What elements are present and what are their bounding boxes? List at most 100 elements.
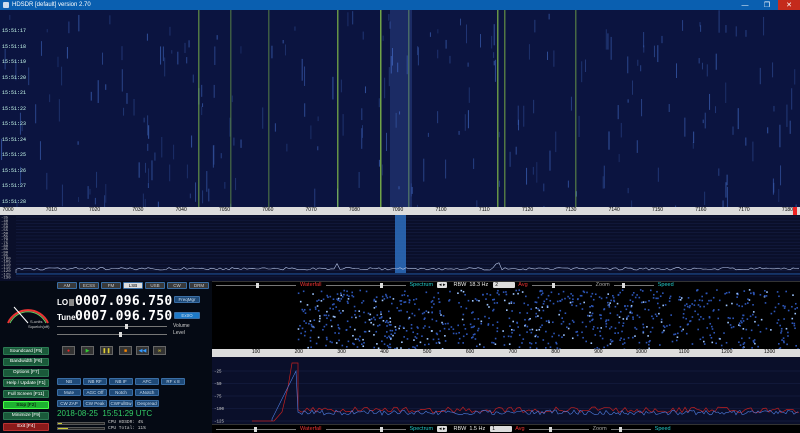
dsp-button[interactable]: CW Peak xyxy=(83,400,107,407)
mode-button[interactable]: USB xyxy=(145,282,165,289)
stop-record-button[interactable]: ■ xyxy=(119,346,132,355)
af-noise-pixel xyxy=(377,325,379,327)
lo-frequency[interactable]: 0007.096.750 xyxy=(75,294,173,309)
af-noise-pixel xyxy=(336,293,339,295)
minimize-button[interactable]: — xyxy=(734,0,756,10)
noise-streak xyxy=(468,87,470,103)
af-waterfall[interactable] xyxy=(212,289,800,349)
af-noise-pixel xyxy=(408,301,411,304)
dsp-button[interactable]: CW ZAP xyxy=(57,400,81,407)
loop-button[interactable]: ∞ xyxy=(153,346,166,355)
side-button[interactable]: Minimize [F9] xyxy=(3,411,49,420)
avg-select[interactable]: 2 xyxy=(493,282,516,288)
dsp-button[interactable]: Notch xyxy=(109,389,133,396)
af-zoom-slider[interactable] xyxy=(528,426,589,432)
af-noise-pixel xyxy=(679,299,682,301)
lo-lock-icon[interactable] xyxy=(69,299,74,306)
noise-streak xyxy=(718,168,720,176)
tune-frequency[interactable]: 0007.096.750 xyxy=(75,309,173,324)
side-button[interactable]: Bandwidth [F6] xyxy=(3,357,49,366)
af-noise-pixel xyxy=(759,331,762,333)
side-button[interactable]: Exit [F4] xyxy=(3,422,49,431)
af-noise-pixel xyxy=(652,297,655,299)
noise-streak xyxy=(342,114,344,136)
rewind-button[interactable]: ◀◀ xyxy=(136,346,149,355)
af-noise-pixel xyxy=(339,300,341,302)
af-noise-pixel xyxy=(785,290,787,293)
af-noise-pixel xyxy=(449,290,451,293)
rf-waterfall[interactable]: 15:51:17 15:51:18 15:51:19 15:51:20 15:51:21… xyxy=(0,10,800,207)
af-avg-select[interactable]: 1 xyxy=(490,426,513,432)
af-noise-pixel xyxy=(579,302,582,305)
af-waterfall-slider[interactable] xyxy=(216,426,296,432)
af-spectrum-selector[interactable]: ◂ ▸ xyxy=(437,426,448,432)
noise-streak xyxy=(772,178,774,195)
freqmgr-button[interactable]: FreqMgr xyxy=(174,296,200,303)
dsp-button[interactable]: AFC xyxy=(135,378,159,385)
dsp-button[interactable]: ANotch xyxy=(135,389,159,396)
af-noise-pixel xyxy=(708,299,710,302)
dsp-button[interactable]: AGC Off xyxy=(83,389,107,396)
mode-button[interactable]: LSB xyxy=(123,282,143,289)
af-noise-pixel xyxy=(586,291,588,294)
speed-slider[interactable] xyxy=(613,282,654,288)
af-noise-pixel xyxy=(571,304,573,306)
af-noise-pixel xyxy=(631,294,634,296)
level-slider[interactable] xyxy=(57,332,167,337)
noise-streak xyxy=(164,57,166,77)
af-noise-pixel xyxy=(548,321,550,324)
spectrum-selector[interactable]: ◂ ▸ xyxy=(437,282,448,288)
waterfall-slider[interactable] xyxy=(216,282,296,288)
rf-spectrum[interactable]: -35 -40 -45 -50 -55 -60 -65 -70 -75 -80 -85 -90 -95-… xyxy=(0,215,800,281)
extio-button[interactable]: ExtIO xyxy=(174,312,200,319)
mode-button[interactable]: ECSS xyxy=(79,282,99,289)
mode-button[interactable]: AM xyxy=(57,282,77,289)
af-noise-pixel xyxy=(337,326,340,329)
dsp-button[interactable]: Mute xyxy=(57,389,81,396)
zoom-slider[interactable] xyxy=(531,282,592,288)
dsp-button[interactable]: RF x 8 xyxy=(161,378,185,385)
record-button[interactable]: ● xyxy=(62,346,75,355)
af-spectrum-slider[interactable] xyxy=(325,426,406,432)
af-frequency-scale[interactable]: 100 200 300 400 500 600 700 800 900 1000 1100 1200 1… xyxy=(212,349,800,357)
af-noise-pixel xyxy=(698,299,701,301)
dsp-button[interactable]: NB IF xyxy=(109,378,133,385)
af-noise-pixel xyxy=(521,342,523,344)
play-button[interactable]: ▶ xyxy=(81,346,94,355)
dsp-button[interactable]: NB RF xyxy=(83,378,107,385)
side-button[interactable]: Soundcard [F5] xyxy=(3,347,49,355)
af-speed-slider[interactable] xyxy=(610,426,651,432)
af-noise-pixel xyxy=(322,298,325,301)
side-button[interactable]: Options [F7] xyxy=(3,368,49,377)
af-noise-pixel xyxy=(477,329,479,332)
dsp-button[interactable]: CWFullBw xyxy=(109,400,133,407)
spectrum-slider[interactable] xyxy=(325,282,406,288)
af-spectrum[interactable]: -25 -50 -75 -100 -125 xyxy=(212,357,800,424)
af-noise-pixel xyxy=(368,318,371,321)
dsp-button[interactable]: NB xyxy=(57,378,81,385)
af-noise-pixel xyxy=(444,322,447,325)
af-noise-pixel xyxy=(508,317,511,320)
mode-button[interactable]: DRM xyxy=(189,282,209,289)
maximize-button[interactable]: ❐ xyxy=(756,0,778,10)
af-noise-pixel xyxy=(729,324,732,326)
af-noise-pixel xyxy=(614,305,617,308)
noise-streak xyxy=(171,50,173,54)
noise-streak xyxy=(467,110,469,129)
squelch-label[interactable]: Squelch(off) xyxy=(28,324,50,329)
noise-streak xyxy=(498,131,500,138)
side-button[interactable]: Help / Update [F1] xyxy=(3,379,49,388)
af-noise-pixel xyxy=(389,329,392,332)
scroll-right-marker[interactable] xyxy=(793,207,797,215)
dsp-button[interactable]: Despread xyxy=(135,400,159,407)
frequency-scale[interactable]: 7000 7010 7020 7030 7040 7050 7060 7070 7080 7090… xyxy=(0,207,800,215)
close-button[interactable]: ✕ xyxy=(778,0,800,10)
mode-button[interactable]: FM xyxy=(101,282,121,289)
pause-button[interactable]: ❚❚ xyxy=(100,346,113,355)
af-noise-pixel xyxy=(372,323,375,326)
side-button[interactable]: Stop [F2] xyxy=(3,401,49,409)
noise-streak xyxy=(725,82,727,103)
volume-slider[interactable] xyxy=(57,324,167,329)
mode-button[interactable]: CW xyxy=(167,282,187,289)
side-button[interactable]: Full Screen [F11] xyxy=(3,390,49,399)
